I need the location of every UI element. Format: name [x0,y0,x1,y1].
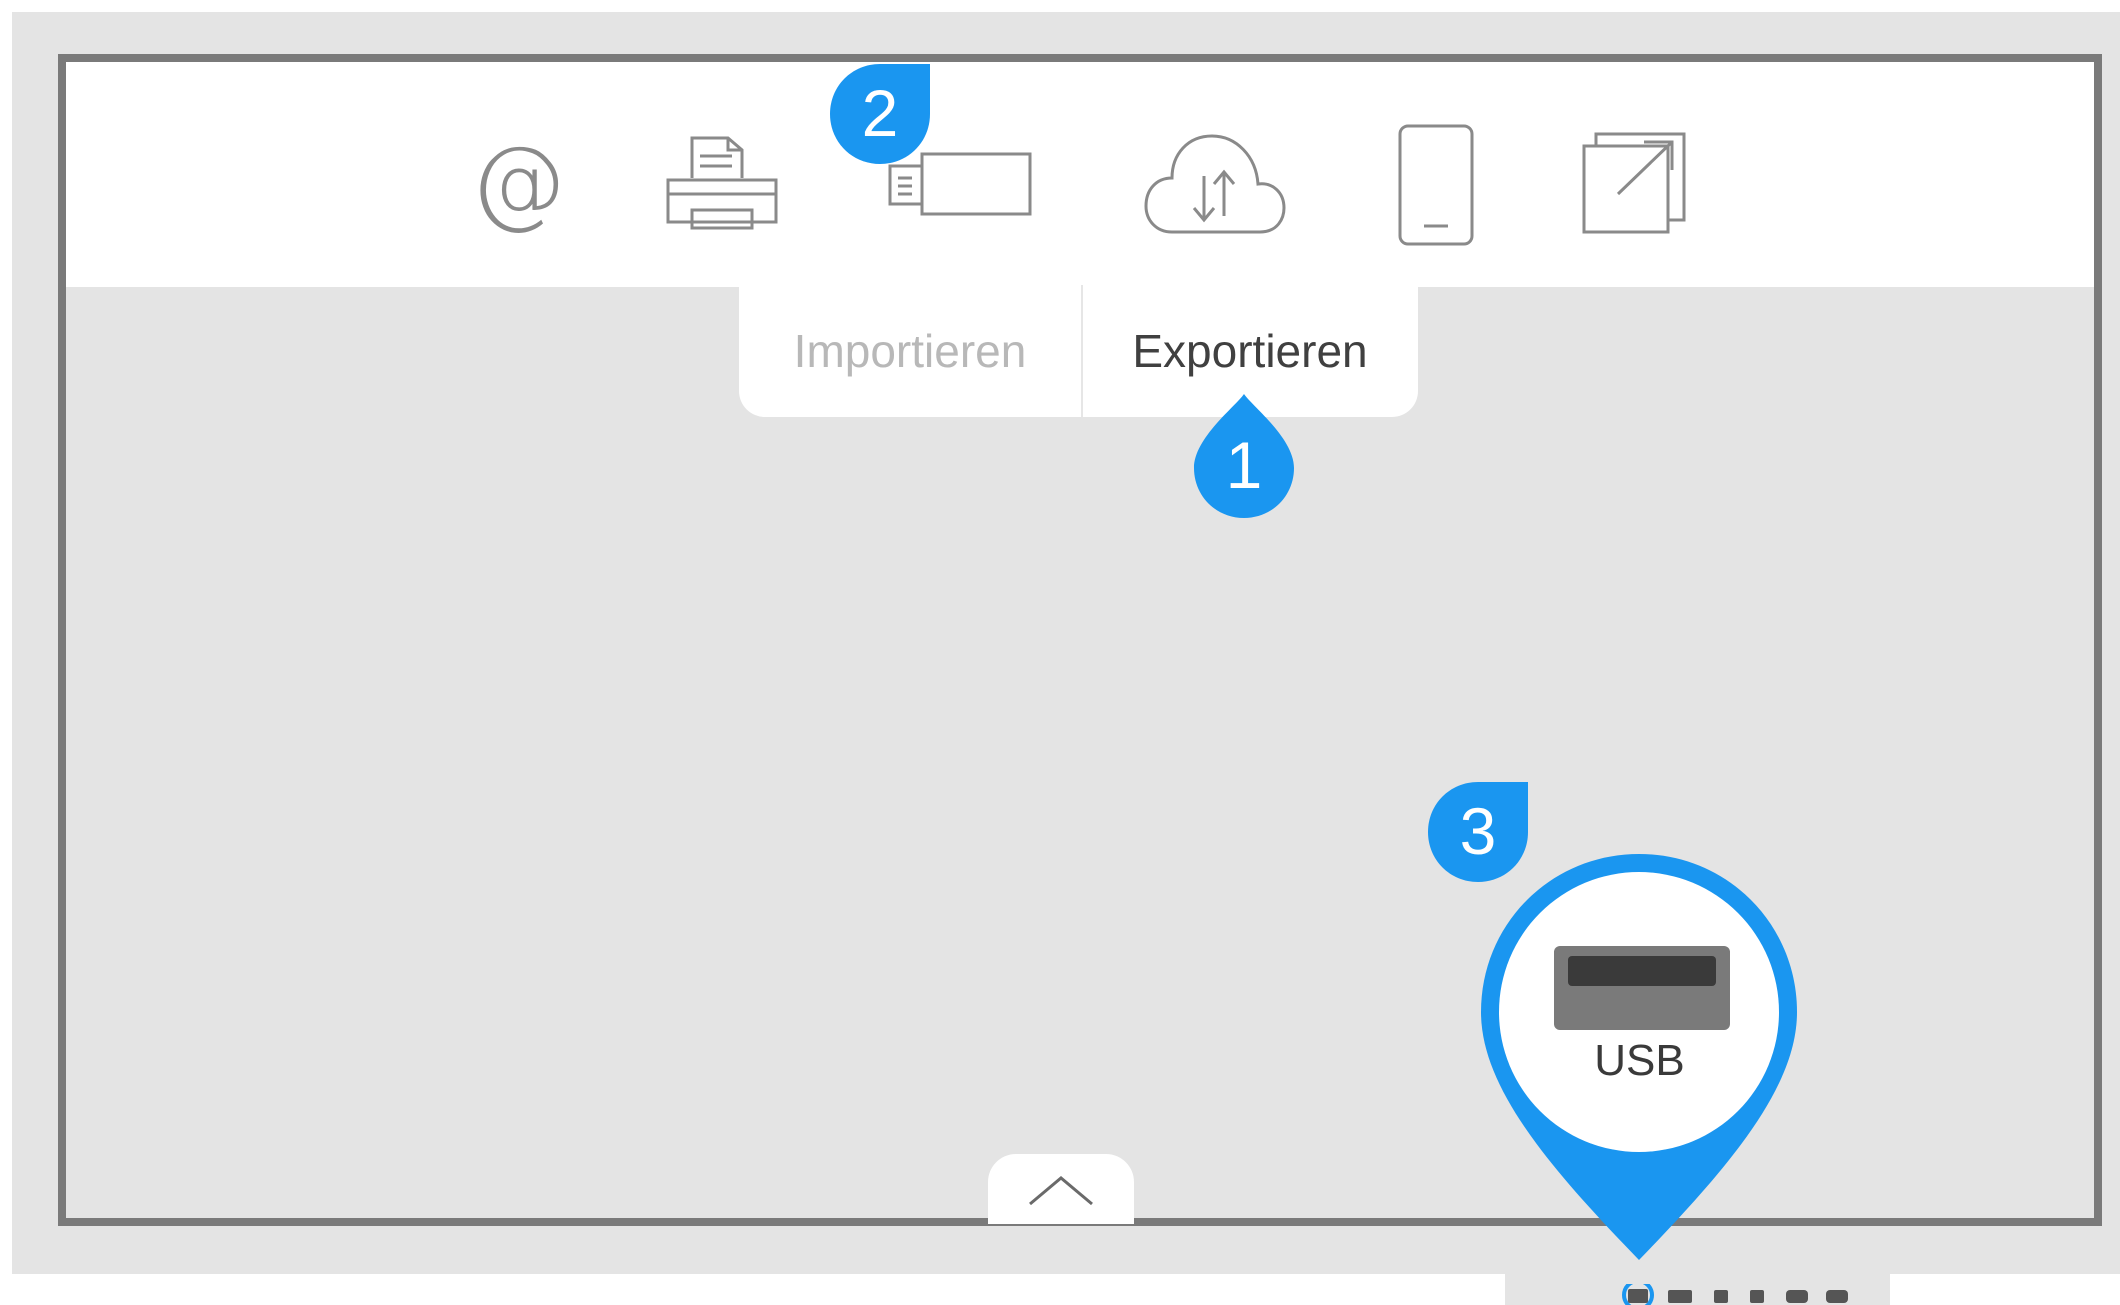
screen: @ Importieren Exportieren 2 1 3 USB [0,0,2120,1305]
import-export-switch: Importieren Exportieren [739,285,1418,417]
email-icon[interactable]: @ [470,134,566,230]
usb-label[interactable]: USB [1498,1036,1781,1086]
share-toolbar [66,62,2094,287]
callout-2: 2 [826,60,934,168]
external-share-icon[interactable] [1580,130,1688,236]
email-glyph: @ [470,126,566,238]
tab-import[interactable]: Importieren [739,285,1081,417]
page-indicator [1622,1279,1854,1305]
mobile-device-icon[interactable] [1396,122,1476,248]
printer-icon[interactable] [664,134,782,234]
cloud-sync-icon[interactable] [1142,132,1288,236]
callout-2-number: 2 [861,76,899,150]
chevron-up-icon [1029,1176,1093,1206]
callout-1-number: 1 [1225,428,1263,502]
callout-1: 1 [1192,392,1296,520]
page-dots-icon [1622,1279,1848,1305]
collapse-handle[interactable] [988,1154,1134,1224]
